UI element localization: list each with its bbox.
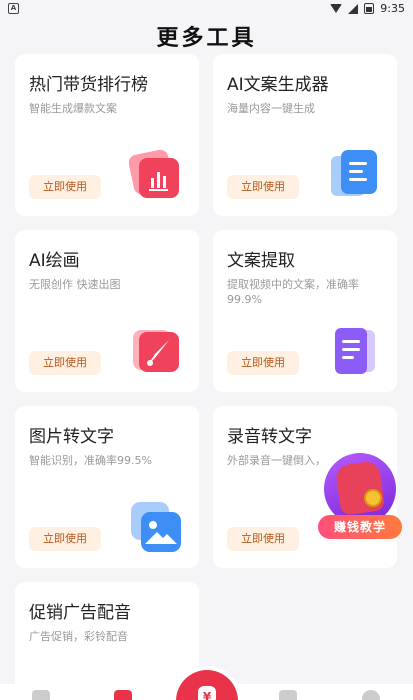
status-icons: 9:35 [330,2,405,15]
page-title: 更多工具 [156,26,257,51]
money-bag-icon: ¥ [198,686,216,700]
battery-icon [364,3,375,14]
document-lines-icon [331,150,377,196]
notification-icon: A [8,3,19,14]
use-now-button[interactable]: 立即使用 [29,527,101,551]
status-bar: A 9:35 [0,0,413,18]
tool-card-hot-ranking[interactable]: 热门带货排行榜 智能生成爆款文案 立即使用 [15,54,199,216]
use-now-button[interactable]: 立即使用 [227,527,299,551]
tool-card-image-to-text[interactable]: 图片转文字 智能识别，准确率99.5% 立即使用 [15,406,199,568]
tool-card-ai-copywriter[interactable]: AI文案生成器 海量内容一键生成 立即使用 [213,54,397,216]
nav-clipboard-icon[interactable] [279,690,297,700]
wifi-icon [330,4,343,13]
card-title: 促销广告配音 [29,603,131,623]
bar-chart-icon [129,149,179,198]
card-title: AI文案生成器 [227,75,329,95]
card-desc: 提取视频中的文案，准确率99.9% [227,278,359,306]
card-desc: 智能生成爆款文案 [29,102,117,115]
card-title: 录音转文字 [227,427,312,447]
tool-card-ai-painting[interactable]: AI绘画 无限创作 快速出图 立即使用 [15,230,199,392]
money-fist-icon [334,460,386,516]
card-title: AI绘画 [29,251,80,271]
card-title: 文案提取 [227,251,295,271]
use-now-button[interactable]: 立即使用 [227,175,299,199]
promo-label: 赚钱教学 [318,515,402,539]
card-desc: 无限创作 快速出图 [29,278,121,291]
card-desc: 海量内容一键生成 [227,102,315,115]
card-title: 热门带货排行榜 [29,75,148,95]
card-desc: 智能识别，准确率99.5% [29,454,152,467]
use-now-button[interactable]: 立即使用 [227,351,299,375]
signal-icon [348,3,359,14]
tool-card-text-extraction[interactable]: 文案提取 提取视频中的文案，准确率99.9% 立即使用 [213,230,397,392]
text-extract-icon [335,328,375,374]
status-time: 9:35 [380,2,405,15]
nav-box-icon[interactable] [114,690,132,700]
tool-card-promo-voiceover[interactable]: 促销广告配音 广告促销，彩铃配音 [15,582,199,700]
paintbrush-icon [133,330,179,372]
use-now-button[interactable]: 立即使用 [29,175,101,199]
nav-home-icon[interactable] [32,690,50,700]
use-now-button[interactable]: 立即使用 [29,351,101,375]
coin-icon [364,489,382,507]
image-icon [131,502,181,552]
card-title: 图片转文字 [29,427,114,447]
earn-money-tutorial-float[interactable]: 赚钱教学 [318,453,402,545]
card-desc: 广告促销，彩铃配音 [29,630,128,643]
